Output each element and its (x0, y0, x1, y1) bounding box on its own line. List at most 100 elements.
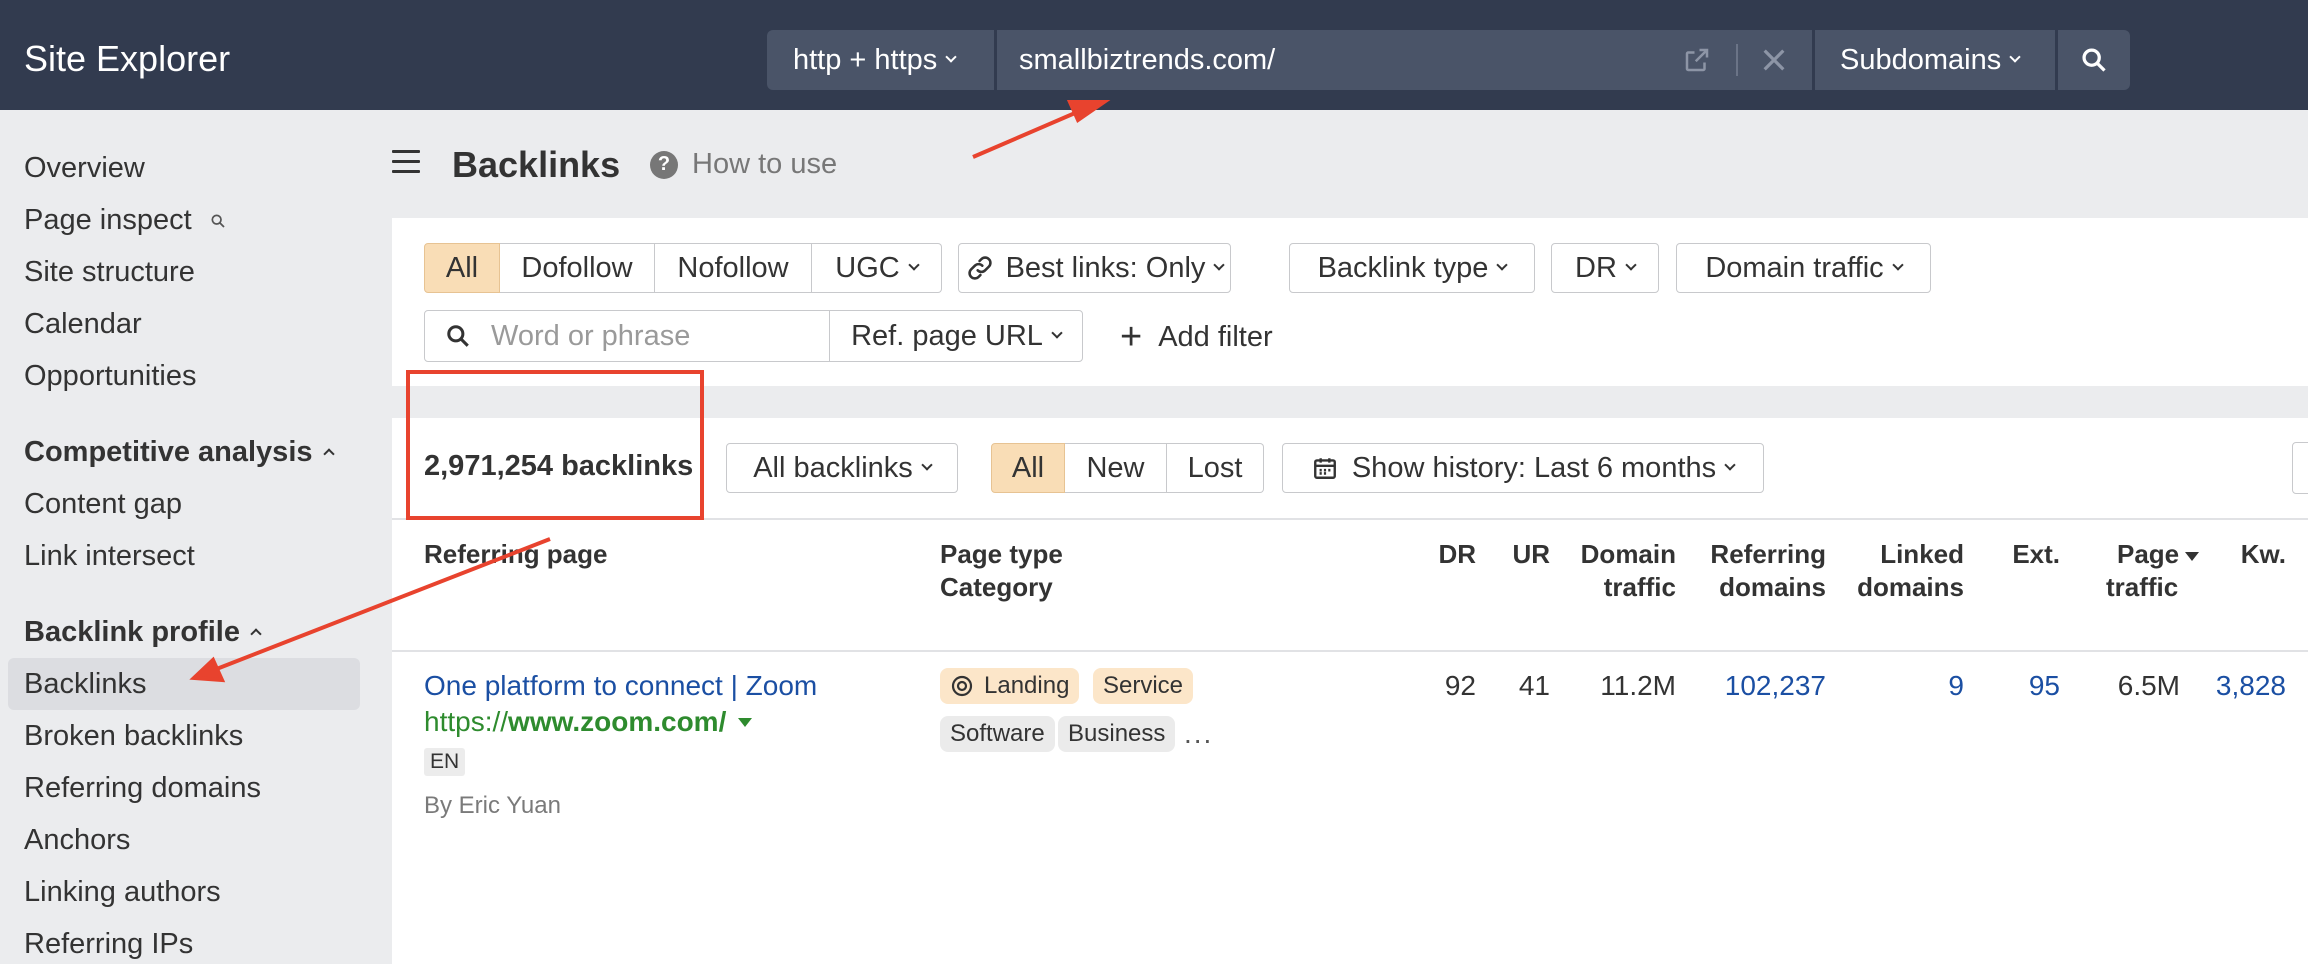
sidebar: Overview Page inspect Site structure Cal… (0, 110, 392, 964)
chevron-down-icon (1724, 459, 1736, 471)
cell-ext[interactable]: 95 (1980, 670, 2060, 702)
col-dr[interactable]: DR (1420, 538, 1476, 571)
caret-down-icon[interactable] (738, 717, 753, 727)
sidebar-item-broken-backlinks[interactable]: Broken backlinks (24, 720, 243, 753)
chevron-up-icon (250, 628, 262, 640)
domain-traffic-label: Domain traffic (1705, 251, 1884, 284)
sidebar-item-content-gap[interactable]: Content gap (24, 488, 182, 521)
tab-new[interactable]: New (1065, 443, 1167, 493)
col-referring-page[interactable]: Referring page (424, 538, 608, 571)
col-referring-domains-line2: domains (1719, 572, 1826, 602)
url-prefix: https:// (424, 706, 509, 737)
chevron-down-icon (1892, 259, 1904, 271)
protocol-label: http + https (793, 43, 938, 76)
target-icon (951, 675, 973, 697)
highlight-box (406, 370, 704, 520)
sidebar-item-backlinks[interactable]: Backlinks (24, 668, 147, 701)
author-label: By Eric Yuan (424, 792, 561, 819)
history-dropdown[interactable]: Show history: Last 6 months (1282, 443, 1764, 493)
page-title: Backlinks (452, 144, 621, 185)
filter-dofollow[interactable]: Dofollow (500, 243, 655, 293)
external-link-icon[interactable] (1682, 45, 1712, 75)
search-input[interactable] (491, 319, 811, 353)
more-categories-button[interactable]: ... (1184, 718, 1213, 750)
best-links-dropdown[interactable]: Best links: Only (958, 243, 1231, 293)
sidebar-item-referring-ips[interactable]: Referring IPs (24, 928, 193, 961)
page-type-label: Landing (984, 672, 1070, 699)
referring-page-url-link[interactable]: https://www.zoom.com/ (424, 706, 753, 738)
cell-referring-domains[interactable]: 102,237 (1690, 670, 1826, 702)
sidebar-item-label: Page inspect (24, 204, 192, 236)
link-icon (967, 256, 992, 280)
mode-dropdown[interactable]: Subdomains (1815, 30, 2055, 90)
dr-label: DR (1575, 251, 1617, 284)
sidebar-item-site-structure[interactable]: Site structure (24, 256, 195, 289)
help-icon: ? (650, 150, 678, 179)
add-filter-button[interactable]: + Add filter (1120, 318, 1273, 356)
calendar-icon (1313, 458, 1336, 479)
cell-domain-traffic: 11.2M (1600, 670, 1676, 701)
add-filter-label: Add filter (1158, 320, 1273, 353)
col-domain-traffic-line1: Domain (1580, 539, 1676, 569)
col-kw[interactable]: Kw. (2220, 538, 2286, 571)
scope-dropdown[interactable]: All backlinks (726, 443, 958, 493)
protocol-dropdown[interactable]: http + https (767, 30, 994, 90)
top-bar: Site Explorer http + https smallbiztrend… (0, 0, 2308, 110)
sidebar-group-competitive-analysis[interactable]: Competitive analysis (24, 436, 335, 469)
col-page-traffic[interactable]: Page traffic (2106, 538, 2216, 604)
domain-traffic-dropdown[interactable]: Domain traffic (1676, 243, 1931, 293)
sidebar-item-calendar[interactable]: Calendar (24, 308, 142, 341)
backlink-type-label: Backlink type (1317, 251, 1489, 284)
chevron-down-icon (945, 51, 957, 63)
filter-nofollow[interactable]: Nofollow (655, 243, 812, 293)
sidebar-item-overview[interactable]: Overview (24, 152, 145, 185)
annotation-arrow-line (972, 108, 1083, 159)
category-tag-software: Software (940, 716, 1055, 752)
group-title: Backlink profile (24, 616, 240, 648)
search-bar: http + https smallbiztrends.com/ Subdoma… (767, 30, 2130, 90)
col-category-label: Category (940, 572, 1053, 602)
chevron-down-icon (1496, 259, 1509, 271)
overflow-button[interactable] (2292, 442, 2308, 494)
how-to-use-link[interactable]: ? How to use (650, 148, 837, 181)
menu-icon[interactable] (392, 150, 420, 174)
col-referring-domains-line1: Referring (1710, 539, 1826, 569)
col-referring-domains[interactable]: Referring domains (1690, 538, 1826, 604)
scope-label: All backlinks (753, 451, 913, 484)
page-type-tag-service: Service (1093, 668, 1194, 704)
sidebar-item-referring-domains[interactable]: Referring domains (24, 772, 261, 805)
sidebar-item-opportunities[interactable]: Opportunities (24, 360, 197, 393)
cell-ur: 41 (1518, 670, 1550, 701)
filter-ugc[interactable]: UGC (812, 243, 942, 293)
col-ext[interactable]: Ext. (1980, 538, 2060, 571)
chevron-down-icon (1625, 259, 1637, 271)
search-icon (211, 214, 225, 228)
search-button[interactable] (2058, 30, 2130, 90)
referring-page-title-link[interactable]: One platform to connect | Zoom (424, 670, 817, 702)
backlink-type-dropdown[interactable]: Backlink type (1289, 243, 1535, 293)
sidebar-item-linking-authors[interactable]: Linking authors (24, 876, 221, 909)
cell-linked-domains[interactable]: 9 (1840, 670, 1964, 702)
chevron-down-icon (921, 459, 933, 471)
col-domain-traffic[interactable]: Domain traffic (1560, 538, 1676, 604)
col-page-type[interactable]: Page type Category (940, 538, 1063, 604)
ref-page-url-label: Ref. page URL (851, 319, 1043, 352)
url-input[interactable]: smallbiztrends.com/ (997, 30, 1812, 90)
tab-lost[interactable]: Lost (1167, 443, 1264, 493)
close-icon[interactable] (1758, 44, 1790, 76)
cell-keywords[interactable]: 3,828 (2200, 670, 2286, 702)
col-page-traffic-line2: traffic (2106, 572, 2179, 602)
ref-page-url-dropdown[interactable]: Ref. page URL (829, 310, 1083, 362)
sidebar-group-backlink-profile[interactable]: Backlink profile (24, 616, 262, 649)
col-linked-domains[interactable]: Linked domains (1840, 538, 1964, 604)
plus-icon: + (1120, 316, 1143, 358)
filter-all[interactable]: All (424, 243, 500, 293)
language-badge: EN (424, 748, 466, 776)
sidebar-item-page-inspect[interactable]: Page inspect (24, 204, 226, 237)
sidebar-item-link-intersect[interactable]: Link intersect (24, 540, 195, 573)
tab-all[interactable]: All (991, 443, 1065, 493)
search-field[interactable] (424, 310, 830, 362)
dr-dropdown[interactable]: DR (1551, 243, 1659, 293)
sidebar-item-anchors[interactable]: Anchors (24, 824, 130, 857)
col-ur[interactable]: UR (1490, 538, 1550, 571)
